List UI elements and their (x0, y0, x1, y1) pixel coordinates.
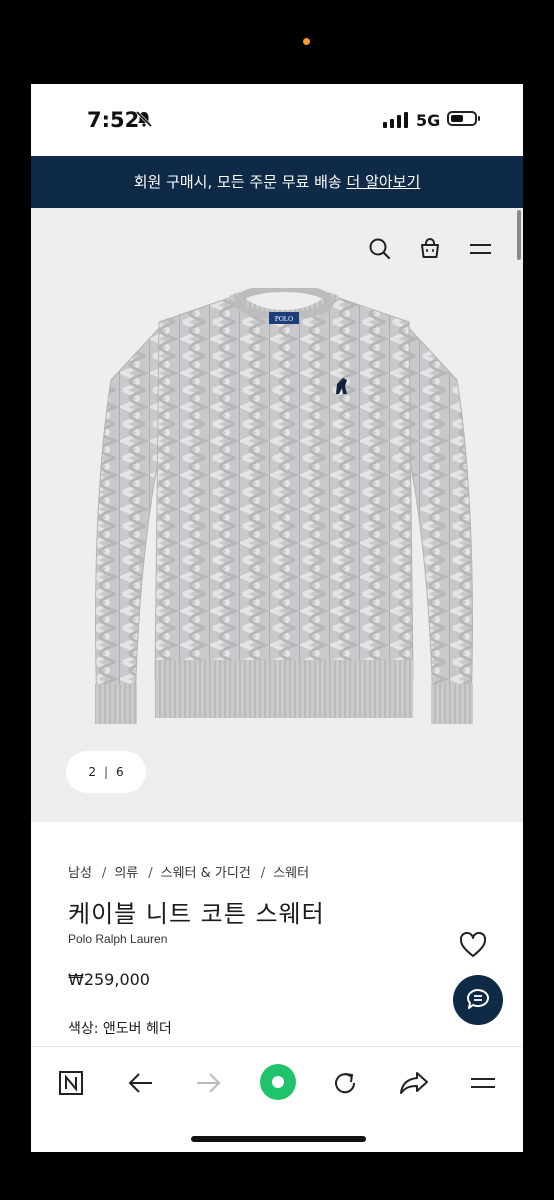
naver-n-icon[interactable] (55, 1067, 87, 1099)
phone-screen: 7:52 5G 회원 구매시, 모든 주문 무료 배송 더 알아보기 POLO … (31, 84, 523, 1152)
product-color: 색상: 앤도버 헤더 (68, 1021, 172, 1037)
forward-arrow-icon[interactable] (193, 1067, 225, 1099)
search-icon[interactable] (365, 234, 395, 264)
shopping-bag-icon[interactable] (415, 234, 445, 264)
product-brand[interactable]: Polo Ralph Lauren (68, 932, 167, 946)
camera-indicator-dot (303, 38, 310, 45)
gallery-total: 6 (116, 765, 124, 779)
gallery-current: 2 (88, 765, 96, 779)
browser-toolbar (31, 1046, 523, 1152)
status-time: 7:52 (87, 108, 140, 132)
breadcrumb-item[interactable]: 남성 (68, 866, 92, 881)
logo-label-text: POLO (275, 315, 293, 323)
browser-menu-icon[interactable] (467, 1067, 499, 1099)
promo-banner: 회원 구매시, 모든 주문 무료 배송 더 알아보기 (31, 156, 523, 208)
breadcrumb-item[interactable]: 의류 (114, 866, 138, 881)
heart-icon[interactable] (459, 932, 487, 958)
bell-muted-icon (135, 110, 153, 128)
scrollbar[interactable] (517, 210, 521, 260)
home-indicator[interactable] (191, 1136, 366, 1142)
sweater-image: POLO (95, 288, 473, 724)
battery-icon (447, 111, 480, 126)
menu-icon[interactable] (465, 234, 495, 264)
gallery-separator: | (103, 765, 109, 779)
promo-learn-more-link[interactable]: 더 알아보기 (347, 173, 421, 191)
gallery-counter: 2 | 6 (66, 751, 146, 793)
chat-button[interactable] (453, 975, 503, 1025)
product-info: 남성 / 의류 / 스웨터 & 가디건 / 스웨터 케이블 니트 코튼 스웨터 Polo R… (31, 822, 523, 1046)
green-home-icon[interactable] (259, 1063, 297, 1101)
breadcrumb-item[interactable]: 스웨터 (273, 866, 309, 881)
breadcrumb-item[interactable]: 스웨터 & 가디건 (161, 866, 251, 881)
back-arrow-icon[interactable] (124, 1067, 156, 1099)
breadcrumb: 남성 / 의류 / 스웨터 & 가디건 / 스웨터 (68, 866, 310, 881)
network-label: 5G (416, 111, 441, 130)
refresh-icon[interactable] (329, 1067, 361, 1099)
promo-banner-text: 회원 구매시, 모든 주문 무료 배송 (133, 173, 347, 191)
chat-icon (467, 989, 489, 1009)
share-icon[interactable] (398, 1067, 430, 1099)
product-image-gallery[interactable]: POLO 2 | 6 (31, 208, 523, 822)
status-bar: 7:52 5G (31, 84, 523, 156)
signal-icon (383, 112, 408, 128)
product-title: 케이블 니트 코튼 스웨터 (68, 900, 325, 928)
product-price: ₩259,000 (68, 970, 150, 989)
